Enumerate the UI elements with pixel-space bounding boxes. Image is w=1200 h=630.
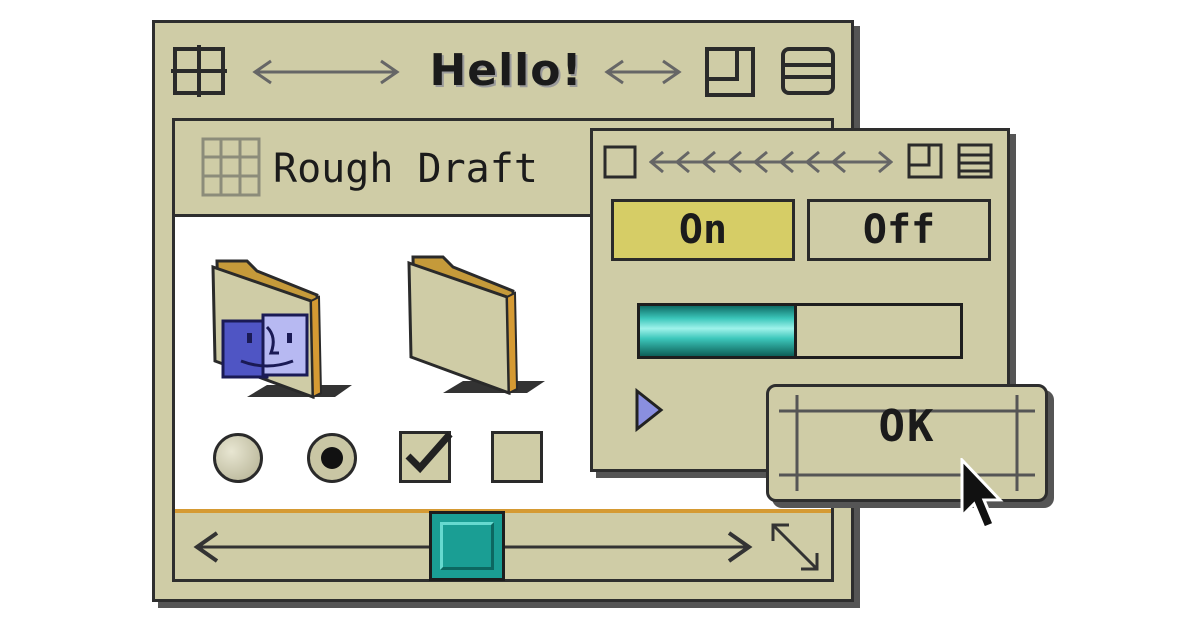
horizontal-scrollbar[interactable] <box>175 509 831 581</box>
panel-close-box-icon[interactable] <box>603 145 637 179</box>
finder-folder-icon[interactable] <box>207 257 357 407</box>
main-title-bar[interactable]: Hello! <box>155 23 851 119</box>
scroll-thumb[interactable] <box>429 511 505 581</box>
grid-window-icon[interactable] <box>201 137 261 197</box>
document-window-title: Rough Draft <box>273 146 538 192</box>
resize-handle-icon[interactable] <box>767 519 823 575</box>
off-button[interactable]: Off <box>807 199 991 261</box>
main-window-title: Hello! <box>429 45 583 96</box>
checkbox-checked[interactable] <box>399 431 453 483</box>
title-drag-arrow-left-icon <box>252 59 400 85</box>
panel-drag-chain-icon <box>649 150 893 174</box>
progress-bar-fill <box>640 306 797 356</box>
progress-bar <box>637 303 963 359</box>
disclosure-triangle-icon[interactable] <box>633 387 665 433</box>
checkmark-icon <box>405 431 453 474</box>
collapse-box-icon[interactable] <box>779 45 837 97</box>
title-drag-arrow-right-icon <box>604 59 682 85</box>
checkbox-unchecked[interactable] <box>491 431 543 483</box>
panel-title-bar[interactable] <box>593 131 1007 191</box>
on-button[interactable]: On <box>611 199 795 261</box>
panel-collapse-box-icon[interactable] <box>957 143 993 179</box>
zoom-box-icon[interactable] <box>703 43 759 99</box>
radio-button-unselected[interactable] <box>213 433 263 483</box>
folder-icon[interactable] <box>403 253 553 403</box>
close-box-icon[interactable] <box>171 45 227 97</box>
panel-zoom-box-icon[interactable] <box>907 143 943 179</box>
radio-button-selected[interactable] <box>307 433 357 483</box>
mouse-pointer-icon <box>960 458 1004 530</box>
